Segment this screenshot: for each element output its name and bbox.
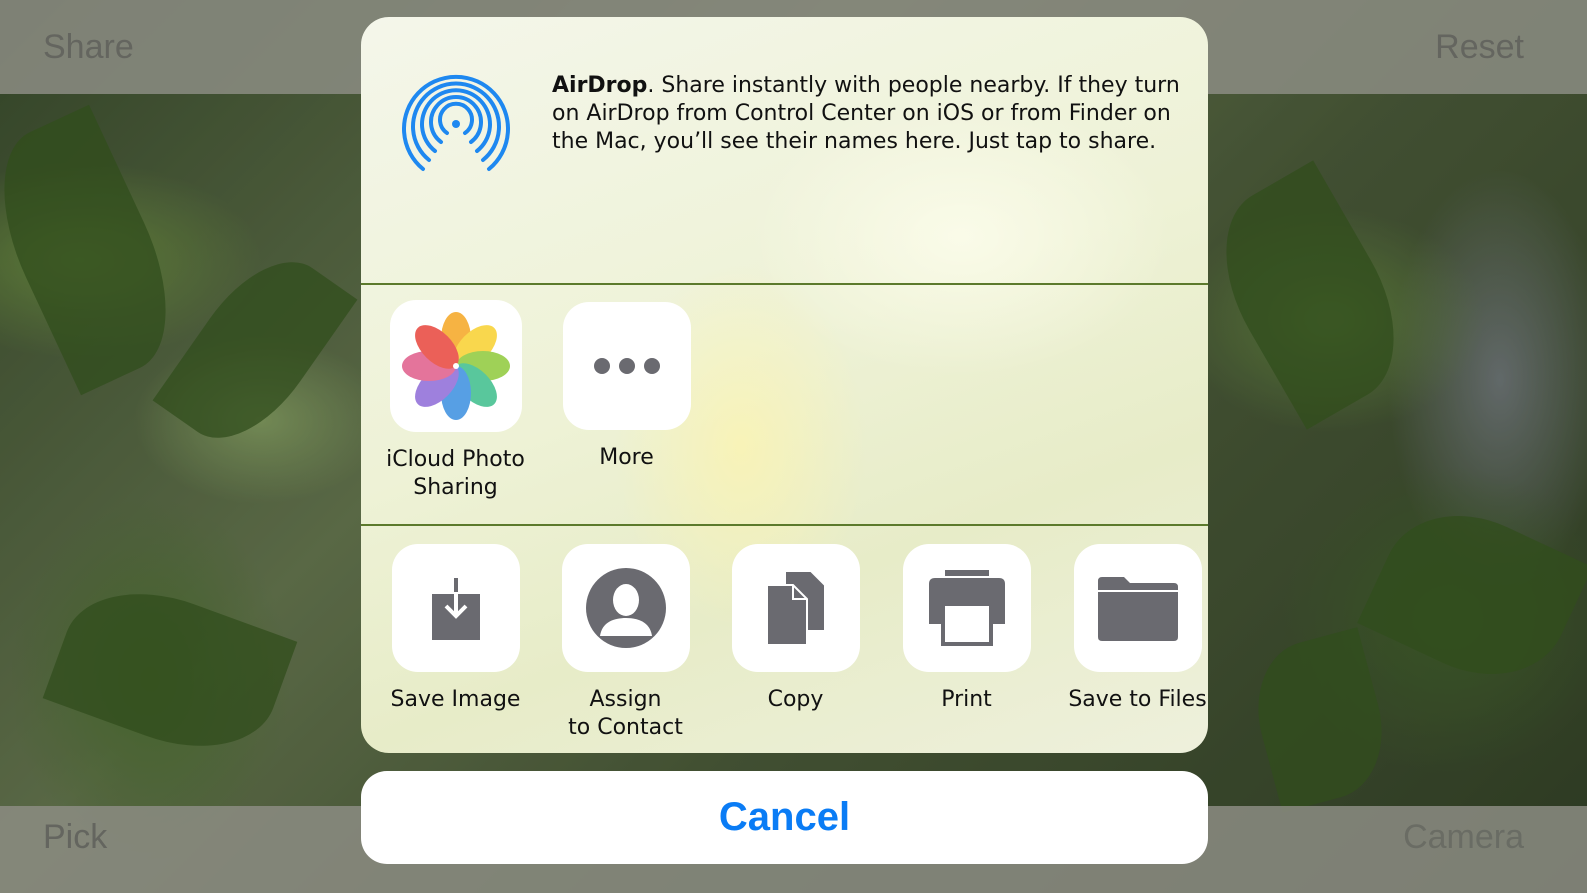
copy-icon	[731, 544, 860, 672]
action-label: Assign to Contact	[568, 687, 683, 740]
action-label: Print	[941, 687, 992, 712]
app-more[interactable]: More	[544, 302, 709, 472]
app-label: iCloud Photo Sharing	[386, 447, 525, 500]
airdrop-description: AirDrop. Share instantly with people nea…	[552, 72, 1182, 156]
cancel-button[interactable]: Cancel	[361, 771, 1208, 864]
more-icon	[562, 302, 691, 430]
save-image-icon	[391, 544, 520, 672]
actions-row: Save Image Assign to Contact Copy Print …	[361, 526, 1208, 753]
print-icon	[902, 544, 1031, 672]
action-label: Save to Files	[1068, 687, 1207, 712]
action-save-to-files[interactable]: Save to Files	[1055, 544, 1208, 714]
airdrop-section: AirDrop. Share instantly with people nea…	[361, 17, 1208, 284]
action-copy[interactable]: Copy	[713, 544, 878, 714]
app-label: More	[599, 445, 654, 470]
airdrop-icon[interactable]	[401, 72, 511, 177]
airdrop-title: AirDrop	[552, 73, 648, 98]
photos-icon	[389, 300, 522, 432]
action-save-image[interactable]: Save Image	[373, 544, 538, 714]
action-label: Copy	[767, 687, 824, 712]
share-sheet: AirDrop. Share instantly with people nea…	[361, 17, 1208, 753]
action-print[interactable]: Print	[884, 544, 1049, 714]
apps-row: iCloud Photo Sharing More	[361, 285, 1208, 525]
folder-icon	[1073, 544, 1202, 672]
action-assign-to-contact[interactable]: Assign to Contact	[543, 544, 708, 742]
app-icloud-photo-sharing[interactable]: iCloud Photo Sharing	[373, 300, 538, 502]
airdrop-body: . Share instantly with people nearby. If…	[552, 73, 1180, 154]
contact-icon	[561, 544, 690, 672]
action-label: Save Image	[390, 687, 521, 712]
